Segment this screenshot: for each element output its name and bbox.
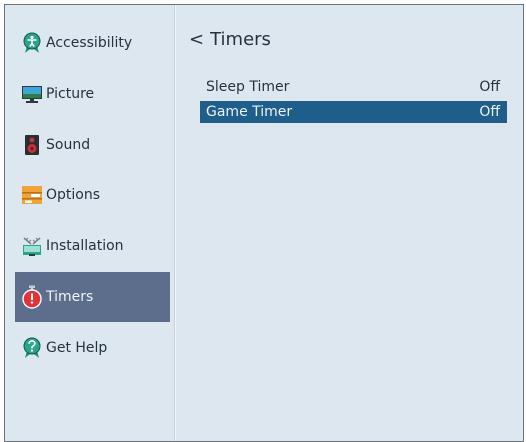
sidebar-item-label: Timers [46,289,94,305]
tv-settings-window: Accessibility Picture Sound Options Inst… [4,4,524,442]
sidebar-item-installation[interactable]: Installation [15,221,170,271]
sidebar-item-timers[interactable]: Timers [15,272,170,322]
sidebar-item-picture[interactable]: Picture [15,69,170,119]
row-value: Off [479,79,500,95]
sidebar-item-label: Accessibility [46,35,133,51]
sidebar-item-label: Sound [46,137,91,153]
sidebar-item-label: Get Help [46,340,108,356]
help-icon [21,336,43,360]
speaker-icon [21,133,43,157]
accessibility-icon [21,31,43,55]
sidebar-item-label: Installation [46,238,124,254]
game-timer-row[interactable]: Game Timer Off [200,101,507,123]
timers-list: Sleep Timer Off Game Timer Off [200,76,507,126]
panel-divider [174,5,176,441]
sidebar-item-get-help[interactable]: Get Help [15,323,170,373]
row-label: Sleep Timer [206,79,290,95]
sidebar-item-label: Options [46,187,101,203]
options-icon [21,183,43,207]
timers-panel: < Timers Sleep Timer Off Game Timer Off [177,5,523,441]
sidebar-item-sound[interactable]: Sound [15,120,170,170]
picture-icon [21,82,43,106]
row-value: Off [479,104,500,120]
page-header: < Timers [189,29,271,50]
sidebar-item-accessibility[interactable]: Accessibility [15,18,170,68]
sidebar-item-options[interactable]: Options [15,170,170,220]
sleep-timer-row[interactable]: Sleep Timer Off [200,76,507,98]
page-title: Timers [210,29,271,50]
stopwatch-icon [21,285,43,309]
sidebar: Accessibility Picture Sound Options Inst… [5,5,174,441]
antenna-icon [21,234,43,258]
back-chevron-icon[interactable]: < [189,29,204,50]
sidebar-item-label: Picture [46,86,95,102]
row-label: Game Timer [206,104,293,120]
